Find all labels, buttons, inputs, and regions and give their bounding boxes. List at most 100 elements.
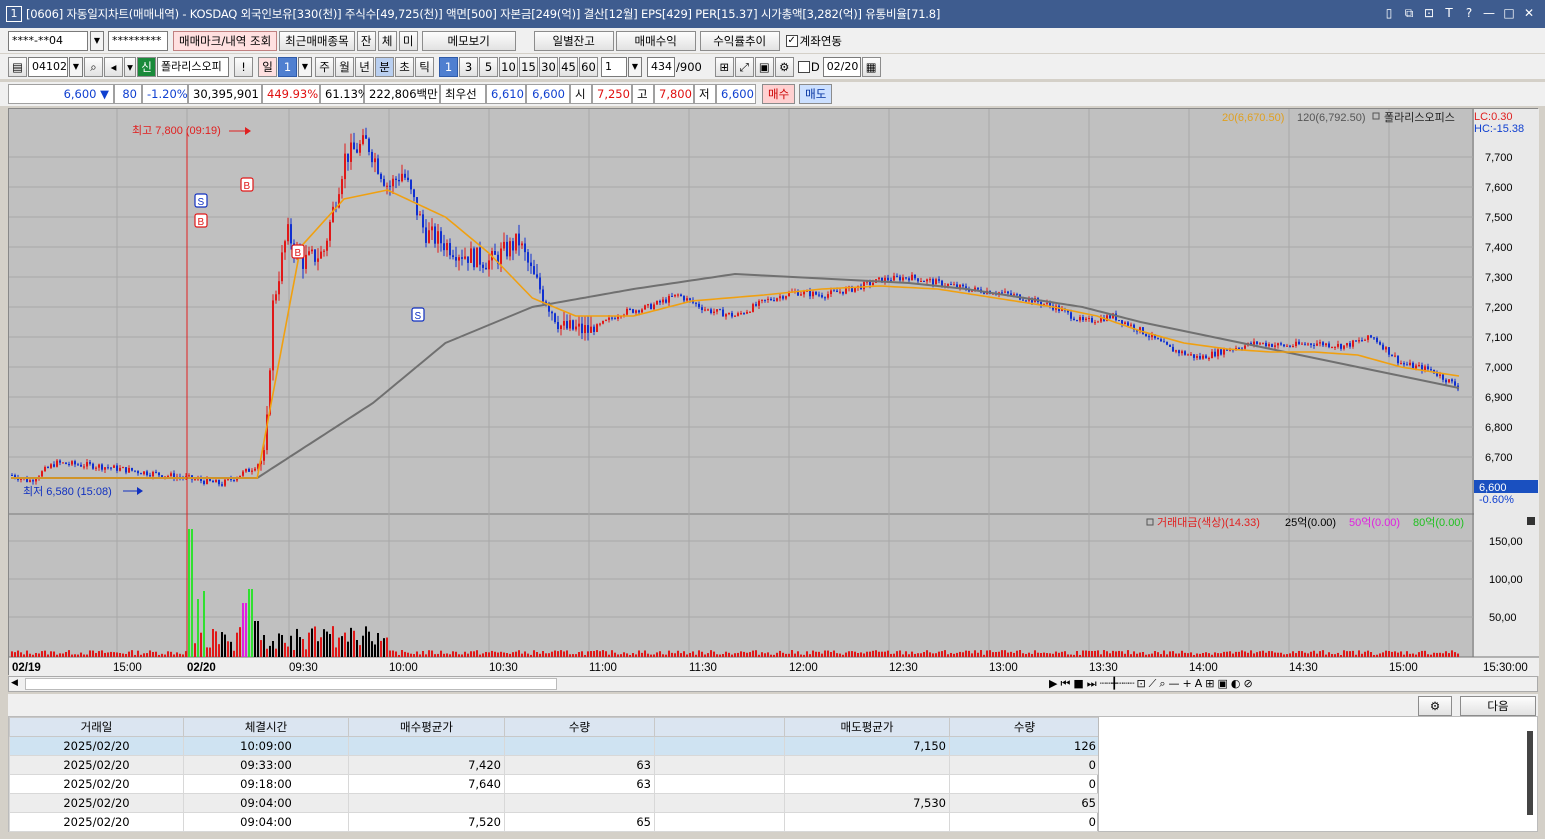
col-sell-qty[interactable]: 수량 (949, 717, 1100, 737)
stop-icon[interactable]: ■ (1073, 677, 1083, 691)
stock-search-icon[interactable]: ▤ (8, 56, 27, 77)
speaker-icon[interactable]: ◂ (104, 56, 123, 77)
period-count-field[interactable]: 1 (278, 56, 297, 77)
minimize-icon[interactable]: — (1481, 5, 1497, 21)
table-row[interactable]: 2025/02/20 09:18:00 7,640 63 0 (9, 774, 1100, 794)
password-input[interactable]: ********* (108, 30, 168, 51)
maximize-icon[interactable]: □ (1501, 5, 1517, 21)
unfilled-button[interactable]: 미 (398, 30, 418, 51)
help-icon[interactable]: ? (1461, 5, 1477, 21)
chart-canvas[interactable]: SBBBS 20(6,670.50) 120(6,792.50) 폴라리스오피스… (9, 109, 1539, 676)
chart-scrollbar[interactable]: ◀ ▶ ⏮ ■ ⏭ ┈┈╂┈┈┈ ⊡ ⟋ ⌕ — + A ⊞ ▣ ◐ ⊘ (8, 676, 1538, 692)
scroll-right-icon[interactable]: ▶ (1049, 677, 1057, 691)
color-tool-icon[interactable]: ◐ (1231, 677, 1241, 691)
scroll-left-icon[interactable]: ◀ (11, 678, 18, 688)
min-3-button[interactable]: 3 (459, 56, 478, 77)
date-input[interactable]: 02/20 (822, 56, 861, 77)
table-row[interactable]: 2025/02/20 09:04:00 7,520 65 0 (9, 812, 1100, 832)
zoom-slider-icon[interactable]: ┈┈╂┈┈┈ (1100, 677, 1135, 691)
min-30-button[interactable]: 30 (539, 56, 558, 77)
code-dropdown-icon[interactable]: ▼ (69, 56, 83, 77)
min-60-button[interactable]: 60 (579, 56, 598, 77)
recent-trades-button[interactable]: 최근매매종목 (279, 30, 355, 51)
trade-mark-query-button[interactable]: 매매마크/내역 조회 (173, 30, 278, 51)
account-link-checkbox[interactable]: ✓ (785, 34, 798, 47)
table-row[interactable]: 2025/02/20 10:09:00 7,150 126 (9, 736, 1100, 756)
col-sell-avg[interactable]: 매도평균가 (784, 717, 950, 737)
grid-tool-icon[interactable]: ⊞ (1205, 677, 1214, 691)
balance-button[interactable]: 잔 (356, 30, 376, 51)
zoom-out-icon[interactable]: — (1169, 677, 1180, 691)
min-45-button[interactable]: 45 (559, 56, 578, 77)
period-day-button[interactable]: 일 (258, 56, 277, 77)
period-month-button[interactable]: 월 (335, 56, 354, 77)
capture-icon[interactable]: ⊡ (1421, 5, 1437, 21)
table-scrollbar[interactable] (1527, 731, 1533, 815)
table-row[interactable]: 2025/02/20 09:33:00 7,420 63 0 (9, 755, 1100, 775)
trade-history-table[interactable]: 거래일 체결시간 매수평균가 수량 매도평균가 수량 2025/02/20 10:… (8, 716, 1100, 832)
calendar-icon[interactable]: ▦ (861, 56, 881, 77)
bar-count-input[interactable]: 434 (647, 56, 675, 77)
zoom-in-icon[interactable]: + (1183, 677, 1192, 691)
magnify-icon[interactable]: ⌕ (1159, 677, 1165, 691)
save-icon[interactable]: ▣ (754, 56, 774, 77)
memo-button[interactable]: 메모보기 (421, 30, 516, 51)
volume-bar (521, 653, 523, 657)
volume-close-icon[interactable] (1527, 517, 1535, 525)
min-1-button[interactable]: 1 (439, 56, 458, 77)
min-5-button[interactable]: 5 (479, 56, 498, 77)
multiplier-dropdown-icon[interactable]: ▼ (628, 56, 642, 77)
filled-button[interactable]: 체 (377, 30, 397, 51)
col-buy-qty[interactable]: 수량 (504, 717, 655, 737)
period-dropdown-icon[interactable]: ▼ (298, 56, 312, 77)
alert-button[interactable]: ! (234, 56, 253, 77)
date-checkbox[interactable] (797, 60, 810, 73)
buy-button[interactable]: 매수 (762, 84, 796, 104)
col-exec-time[interactable]: 체결시간 (183, 717, 349, 737)
window-restore-icon[interactable]: ⧉ (1401, 5, 1417, 21)
settings-icon[interactable]: ⚙ (774, 56, 794, 77)
period-week-button[interactable]: 주 (315, 56, 334, 77)
volume-bar (650, 654, 652, 657)
layout-icon[interactable]: ▯ (1381, 5, 1397, 21)
candle (1397, 355, 1399, 364)
multiplier-input[interactable]: 1 (601, 56, 627, 77)
account-dropdown-icon[interactable]: ▼ (90, 30, 104, 51)
volume-bar (1175, 653, 1177, 657)
search-icon[interactable]: ⌕ (84, 56, 103, 77)
compare-icon[interactable]: ⤢ (734, 56, 754, 77)
trade-profit-button[interactable]: 매매수익 (615, 30, 696, 51)
period-minute-button[interactable]: 분 (375, 56, 394, 77)
col-trade-date[interactable]: 거래일 (9, 717, 184, 737)
candle (428, 230, 430, 243)
min-10-button[interactable]: 10 (499, 56, 518, 77)
font-icon[interactable]: T (1441, 5, 1457, 21)
col-buy-avg[interactable]: 매수평균가 (348, 717, 505, 737)
period-second-button[interactable]: 초 (395, 56, 414, 77)
account-input[interactable]: ****-**04 (8, 30, 88, 51)
period-year-button[interactable]: 년 (355, 56, 374, 77)
rewind-icon[interactable]: ⏮ (1060, 677, 1070, 691)
next-button[interactable]: 다음 (1460, 696, 1536, 716)
close-icon[interactable]: ✕ (1521, 5, 1537, 21)
forward-icon[interactable]: ⏭ (1087, 677, 1097, 691)
min-15-button[interactable]: 15 (519, 56, 538, 77)
layout-tool-icon[interactable]: ▣ (1218, 677, 1228, 691)
indicator-icon[interactable]: ⊞ (714, 56, 734, 77)
price-chart[interactable]: SBBBS 20(6,670.50) 120(6,792.50) 폴라리스오피스… (8, 108, 1539, 676)
sell-button[interactable]: 매도 (799, 84, 833, 104)
trendline-icon[interactable]: ⟋ (1149, 677, 1157, 691)
profit-trend-button[interactable]: 수익률추이 (699, 30, 780, 51)
scroll-thumb[interactable] (25, 678, 557, 690)
crosshair-icon[interactable]: ⊡ (1136, 677, 1145, 691)
daily-balance-button[interactable]: 일별잔고 (533, 30, 614, 51)
erase-tool-icon[interactable]: ⊘ (1244, 677, 1253, 691)
text-tool-icon[interactable]: A (1195, 677, 1203, 691)
table-row[interactable]: 2025/02/20 09:04:00 7,530 65 (9, 793, 1100, 813)
candle (929, 279, 931, 281)
period-tick-button[interactable]: 틱 (415, 56, 434, 77)
speaker-dropdown-icon[interactable]: ▾ (124, 56, 136, 77)
grid-settings-icon[interactable]: ⚙ (1418, 696, 1452, 716)
stock-code-input[interactable]: 041020 (28, 56, 68, 77)
volume-bar (923, 652, 925, 657)
